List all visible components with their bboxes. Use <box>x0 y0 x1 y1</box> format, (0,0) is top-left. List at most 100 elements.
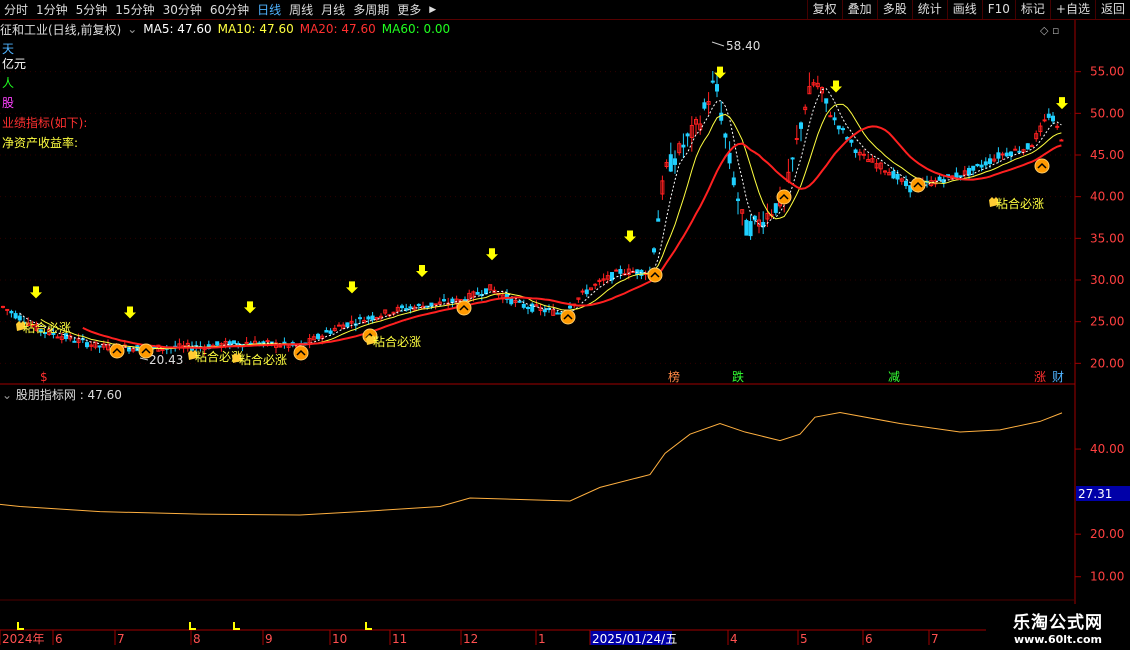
candle-body[interactable] <box>719 112 724 121</box>
candle-body[interactable] <box>358 317 362 320</box>
candle-body[interactable] <box>673 158 677 165</box>
candle-body[interactable] <box>702 102 707 109</box>
candle-body[interactable] <box>824 98 829 104</box>
candle-body[interactable] <box>799 122 803 129</box>
candle-body[interactable] <box>517 300 522 303</box>
candle-body[interactable] <box>1051 115 1055 122</box>
candle-body[interactable] <box>731 177 736 186</box>
candle-body[interactable] <box>685 133 690 137</box>
toolbar-button[interactable]: 标记 <box>1014 0 1050 19</box>
candle-body[interactable] <box>13 313 18 319</box>
period-tab[interactable]: 月线 <box>317 1 349 18</box>
candle-body[interactable] <box>400 305 404 309</box>
period-tab[interactable]: 多周期 <box>349 1 393 18</box>
candle-body[interactable] <box>727 152 732 164</box>
candle-body[interactable] <box>580 290 585 293</box>
candle-body[interactable] <box>832 117 837 121</box>
kline-chart-canvas[interactable]: 55.00 50.00 45.00 40.00 35.00 30.00 25.00 20.00… <box>0 0 1130 650</box>
candle-body[interactable] <box>328 330 333 334</box>
candle-body[interactable] <box>736 198 740 202</box>
candle-body[interactable] <box>337 324 341 327</box>
candle-body[interactable] <box>891 171 896 179</box>
more-arrow-icon[interactable]: ▶ <box>425 5 440 15</box>
candle-body[interactable] <box>841 128 845 131</box>
candle-body[interactable] <box>370 315 375 320</box>
candle-body[interactable] <box>1042 119 1047 122</box>
candle-body[interactable] <box>17 315 22 321</box>
candle-body[interactable] <box>937 176 942 181</box>
candle-body[interactable] <box>723 133 728 138</box>
candle-body[interactable] <box>744 220 749 236</box>
candle-body[interactable] <box>710 80 715 83</box>
candle-body[interactable] <box>1017 150 1022 153</box>
candle-body[interactable] <box>790 157 795 160</box>
buy-signal-icon[interactable] <box>456 300 472 316</box>
stock-title[interactable]: 征和工业(日线,前复权) <box>0 21 121 38</box>
buy-signal-icon[interactable] <box>293 345 309 361</box>
period-tab[interactable]: 30分钟 <box>159 1 206 18</box>
candle-body[interactable] <box>568 305 572 309</box>
toolbar-button[interactable]: 叠加 <box>841 0 877 19</box>
chart-controls[interactable]: ◇ ▫ <box>1040 24 1059 37</box>
candle-body[interactable] <box>509 298 514 305</box>
candle-body[interactable] <box>1046 113 1051 118</box>
candle-body[interactable] <box>975 163 980 167</box>
toolbar-button[interactable]: 复权 <box>806 0 842 19</box>
candle-body[interactable] <box>9 310 14 314</box>
candle-body[interactable] <box>988 158 992 164</box>
period-tab[interactable]: 60分钟 <box>206 1 253 18</box>
buy-signal-icon[interactable] <box>647 267 663 283</box>
buy-signal-icon[interactable] <box>1034 158 1050 174</box>
period-tab[interactable]: 更多 <box>393 1 425 18</box>
candle-body[interactable] <box>618 269 623 274</box>
candle-body[interactable] <box>1009 151 1013 157</box>
candle-body[interactable] <box>526 307 530 310</box>
candle-body[interactable] <box>345 322 350 328</box>
candle-body[interactable] <box>521 303 526 308</box>
candle-body[interactable] <box>895 173 900 180</box>
candle-body[interactable] <box>232 340 236 344</box>
toolbar-button[interactable]: +自选 <box>1049 0 1095 19</box>
candle-body[interactable] <box>954 172 959 178</box>
candle-body[interactable] <box>316 333 320 339</box>
toolbar-button[interactable]: F10 <box>981 0 1015 19</box>
candle-body[interactable] <box>849 139 854 143</box>
candle-body[interactable] <box>971 165 976 171</box>
candle-body[interactable] <box>715 84 719 92</box>
candle-body[interactable] <box>836 125 841 130</box>
candle-body[interactable] <box>555 312 560 315</box>
toolbar-button[interactable]: 多股 <box>876 0 912 19</box>
buy-signal-icon[interactable] <box>138 343 154 359</box>
candle-body[interactable] <box>55 336 60 339</box>
candle-body[interactable] <box>416 303 421 306</box>
toolbar-button[interactable]: 返回 <box>1094 0 1130 19</box>
candle-body[interactable] <box>433 303 438 306</box>
candle-body[interactable] <box>278 345 283 348</box>
candle-body[interactable] <box>853 149 858 154</box>
period-tab[interactable]: 日线 <box>253 1 285 18</box>
buy-signal-icon[interactable] <box>560 309 576 325</box>
candle-body[interactable] <box>1004 152 1009 157</box>
candle-body[interactable] <box>160 348 165 351</box>
candle-body[interactable] <box>862 153 866 156</box>
buy-signal-icon[interactable] <box>910 177 926 193</box>
candle-body[interactable] <box>1025 143 1030 150</box>
candle-body[interactable] <box>904 180 908 187</box>
candle-body[interactable] <box>773 203 778 213</box>
toolbar-button[interactable]: 统计 <box>911 0 947 19</box>
candle-body[interactable] <box>1055 125 1060 128</box>
candle-body[interactable] <box>828 115 833 118</box>
candle-body[interactable] <box>542 309 547 313</box>
candle-body[interactable] <box>324 330 329 333</box>
candle-body[interactable] <box>958 175 963 178</box>
period-tab[interactable]: 15分钟 <box>111 1 158 18</box>
candle-body[interactable] <box>748 221 753 237</box>
candle-body[interactable] <box>72 340 77 343</box>
candle-body[interactable] <box>584 289 589 295</box>
candle-body[interactable] <box>5 308 10 311</box>
candle-body[interactable] <box>475 291 480 295</box>
toolbar-button[interactable]: 画线 <box>946 0 982 19</box>
candle-body[interactable] <box>614 269 619 272</box>
candle-body[interactable] <box>97 345 102 348</box>
chevron-down-icon[interactable]: ⌄ <box>127 22 137 36</box>
